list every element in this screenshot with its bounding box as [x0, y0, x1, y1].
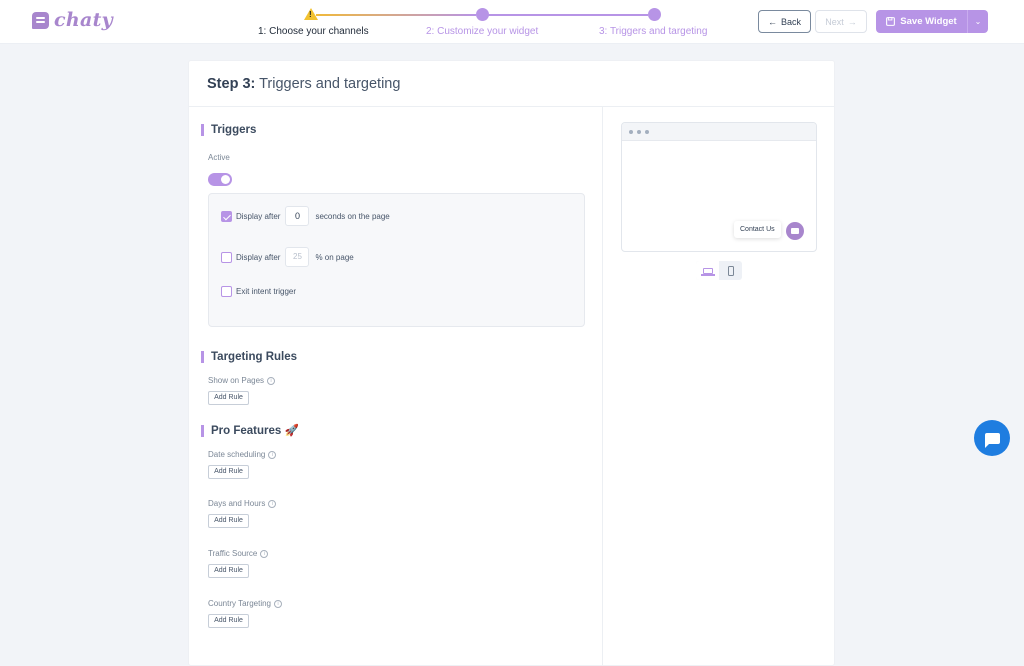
laptop-icon	[700, 267, 715, 276]
next-button[interactable]: Next →	[815, 10, 867, 33]
show-on-pages-text: Show on Pages	[208, 376, 265, 385]
back-label: Back	[780, 16, 801, 27]
trigger-percent-input[interactable]: 25	[285, 247, 310, 267]
device-toggle	[696, 261, 742, 280]
desktop-view-button[interactable]	[696, 261, 719, 280]
step-connector-1	[316, 14, 476, 16]
chevron-down-icon: ⌄	[974, 17, 982, 26]
warning-icon[interactable]: !	[304, 8, 318, 20]
date-scheduling-label: Date scheduling i	[208, 450, 277, 459]
back-button[interactable]: ← Back	[758, 10, 811, 33]
chat-icon	[984, 432, 1000, 448]
active-toggle[interactable]	[208, 173, 232, 186]
card-divider	[189, 106, 834, 107]
days-hours-text: Days and Hours	[208, 499, 266, 508]
show-on-pages-label: Show on Pages i	[208, 376, 276, 385]
days-hours-label: Days and Hours i	[208, 499, 277, 508]
exit-intent-checkbox[interactable]	[221, 286, 232, 297]
widget-preview: Contact Us	[621, 122, 817, 252]
page-title-step: Step 3:	[207, 76, 256, 92]
triggers-heading: Triggers	[201, 124, 256, 136]
arrow-right-icon: →	[847, 16, 857, 27]
info-icon[interactable]: i	[268, 499, 277, 508]
rocket-icon: 🚀	[284, 425, 299, 437]
arrow-left-icon: ←	[767, 16, 777, 27]
step-2-label[interactable]: 2: Customize your widget	[426, 26, 538, 37]
add-rule-button-days[interactable]: Add Rule	[208, 514, 249, 528]
pro-features-text: Pro Features	[211, 425, 282, 437]
logo-text: chaty	[54, 9, 114, 31]
active-label: Active	[208, 153, 230, 162]
chat-bubble-icon	[32, 11, 49, 29]
country-targeting-text: Country Targeting	[208, 599, 271, 608]
add-rule-button-pages[interactable]: Add Rule	[208, 391, 249, 405]
info-icon[interactable]: i	[274, 599, 282, 608]
floppy-disk-icon	[886, 17, 896, 26]
info-icon[interactable]: i	[267, 376, 276, 385]
progress-stepper: ! 1: Choose your channels 2: Customize y…	[256, 8, 726, 40]
info-icon[interactable]: i	[268, 450, 277, 459]
page-title: Step 3: Triggers and targeting	[207, 76, 400, 92]
country-targeting-label: Country Targeting i	[208, 599, 282, 608]
chaty-logo[interactable]: chaty	[32, 9, 113, 31]
trigger-time-checkbox[interactable]	[221, 210, 232, 222]
trigger-time-label: Display after	[236, 211, 281, 221]
preview-chat-icon[interactable]	[786, 222, 804, 240]
step-3-label[interactable]: 3: Triggers and targeting	[599, 26, 707, 37]
add-rule-button-country[interactable]: Add Rule	[208, 614, 249, 628]
add-rule-button-date[interactable]: Add Rule	[208, 465, 249, 479]
mobile-view-button[interactable]	[719, 261, 742, 280]
contact-us-tooltip: Contact Us	[734, 221, 781, 238]
trigger-time-suffix: seconds on the page	[315, 211, 390, 221]
save-widget-button[interactable]: Save Widget	[876, 10, 967, 33]
exit-intent-label: Exit intent trigger	[236, 287, 297, 296]
info-icon[interactable]: i	[260, 549, 269, 558]
trigger-time-row: Display after 0 seconds on the page	[221, 206, 390, 226]
save-widget-label: Save Widget	[900, 16, 957, 27]
save-options-dropdown[interactable]: ⌄	[967, 10, 988, 33]
date-scheduling-text: Date scheduling	[208, 450, 266, 459]
step-connector-2	[488, 14, 648, 16]
traffic-source-label: Traffic Source i	[208, 549, 269, 558]
trigger-scroll-row: Display after 25 % on page	[221, 247, 354, 267]
pro-features-heading: Pro Features 🚀	[201, 425, 299, 437]
trigger-seconds-input[interactable]: 0	[285, 206, 310, 226]
traffic-source-text: Traffic Source	[208, 549, 258, 558]
preview-browser-bar	[622, 123, 816, 141]
trigger-scroll-label: Display after	[236, 252, 281, 262]
targeting-rules-heading: Targeting Rules	[201, 351, 297, 363]
page-title-text: Triggers and targeting	[255, 76, 401, 92]
trigger-scroll-checkbox[interactable]	[221, 251, 232, 263]
mobile-icon	[727, 265, 734, 276]
next-label: Next	[825, 16, 844, 27]
trigger-scroll-suffix: % on page	[315, 252, 354, 262]
add-rule-button-traffic[interactable]: Add Rule	[208, 564, 249, 578]
settings-card: Step 3: Triggers and targeting Triggers …	[188, 60, 835, 666]
top-header: chaty ! 1: Choose your channels 2: Custo…	[0, 0, 1024, 44]
exit-intent-row: Exit intent trigger	[221, 286, 296, 297]
step-1-label[interactable]: 1: Choose your channels	[258, 26, 369, 37]
column-divider	[602, 107, 603, 666]
trigger-options-panel: Display after 0 seconds on the page Disp…	[208, 193, 585, 327]
floating-chat-button[interactable]	[974, 420, 1010, 456]
step-2-dot[interactable]	[476, 8, 489, 21]
step-3-dot[interactable]	[648, 8, 661, 21]
